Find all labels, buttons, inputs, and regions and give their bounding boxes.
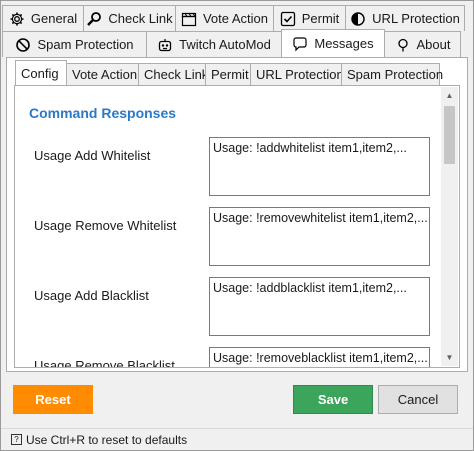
clapperboard-icon <box>181 11 197 27</box>
tab-inner-permit[interactable]: Permit <box>205 63 251 85</box>
tab-messages-label: Messages <box>314 36 374 51</box>
tab-vote-action[interactable]: Vote Action <box>175 5 274 31</box>
input-usage-remove-blacklist[interactable]: Usage: !removeblacklist item1,item2,... <box>209 347 430 367</box>
input-usage-add-blacklist[interactable]: Usage: !addblacklist item1,item2,... <box>209 277 430 336</box>
save-button[interactable]: Save <box>293 385 373 414</box>
tab-general[interactable]: General <box>2 5 84 31</box>
tab-about-label: About <box>416 37 451 52</box>
info-icon: ? <box>11 434 22 445</box>
tab-spam-protection[interactable]: Spam Protection <box>2 31 147 57</box>
robot-icon <box>157 37 173 53</box>
status-bar: ? Use Ctrl+R to reset to defaults <box>1 428 473 450</box>
tab-inner-vote-action[interactable]: Vote Action <box>66 63 139 85</box>
tab-inner-check-link[interactable]: Check Link <box>138 63 209 85</box>
inner-tab-row: Config Vote Action Check Link Permit URL… <box>15 60 444 86</box>
tab-inner-check-link-label: Check Link <box>144 67 209 82</box>
speech-bubble-icon <box>292 36 308 52</box>
tab-about[interactable]: About <box>384 31 461 57</box>
outer-tab-row-2: Spam Protection Twitch AutoMod Messages … <box>2 29 461 57</box>
tab-check-link[interactable]: Check Link <box>83 5 176 31</box>
config-panel: Command Responses Usage Add Whitelist Us… <box>14 85 460 368</box>
input-usage-add-whitelist[interactable]: Usage: !addwhitelist item1,item2,... <box>209 137 430 196</box>
tab-inner-url-protection-label: URL Protection <box>256 67 344 82</box>
outer-tab-row-1: General Check Link Vote Action Permit UR… <box>2 5 465 31</box>
checkbox-icon <box>280 11 296 27</box>
vertical-scrollbar[interactable]: ▲ ▼ <box>441 87 458 366</box>
tab-twitch-automod-label: Twitch AutoMod <box>179 37 271 52</box>
magnifier-icon <box>86 11 102 27</box>
status-text: Use Ctrl+R to reset to defaults <box>26 432 188 447</box>
label-usage-add-blacklist: Usage Add Blacklist <box>34 288 149 303</box>
section-title: Command Responses <box>29 105 177 121</box>
tab-url-protection-label: URL Protection <box>372 11 460 26</box>
reset-button[interactable]: Reset <box>13 385 93 414</box>
input-usage-remove-whitelist[interactable]: Usage: !removewhitelist item1,item2,... <box>209 207 430 266</box>
tab-spam-protection-label: Spam Protection <box>37 37 134 52</box>
tab-inner-url-protection[interactable]: URL Protection <box>250 63 344 85</box>
half-circle-icon <box>350 11 366 27</box>
tab-inner-vote-action-label: Vote Action <box>72 67 138 82</box>
tab-inner-spam-protection-label: Spam Protection <box>347 67 444 82</box>
scroll-up-icon[interactable]: ▲ <box>441 87 458 104</box>
label-usage-remove-blacklist: Usage Remove Blacklist <box>34 358 175 368</box>
tab-messages[interactable]: Messages <box>281 29 385 57</box>
tab-inner-permit-label: Permit <box>211 67 249 82</box>
tab-permit[interactable]: Permit <box>273 5 346 31</box>
tab-twitch-automod[interactable]: Twitch AutoMod <box>146 31 282 57</box>
tab-vote-action-label: Vote Action <box>202 11 269 26</box>
tab-url-protection[interactable]: URL Protection <box>345 5 465 31</box>
lightbulb-icon <box>395 37 411 53</box>
cancel-button[interactable]: Cancel <box>378 385 458 414</box>
scrollbar-thumb[interactable] <box>444 106 455 164</box>
tab-permit-label: Permit <box>301 11 340 26</box>
prohibited-icon <box>15 37 31 53</box>
settings-window: General Check Link Vote Action Permit UR… <box>0 0 474 451</box>
tab-inner-spam-protection[interactable]: Spam Protection <box>341 63 444 85</box>
label-usage-add-whitelist: Usage Add Whitelist <box>34 148 151 163</box>
scroll-down-icon[interactable]: ▼ <box>441 349 458 366</box>
tab-config-label: Config <box>21 66 59 81</box>
tab-check-link-label: Check Link <box>108 11 173 26</box>
tab-general-label: General <box>30 11 78 26</box>
gear-icon <box>9 11 25 27</box>
tab-config[interactable]: Config <box>15 60 67 86</box>
label-usage-remove-whitelist: Usage Remove Whitelist <box>34 218 177 233</box>
